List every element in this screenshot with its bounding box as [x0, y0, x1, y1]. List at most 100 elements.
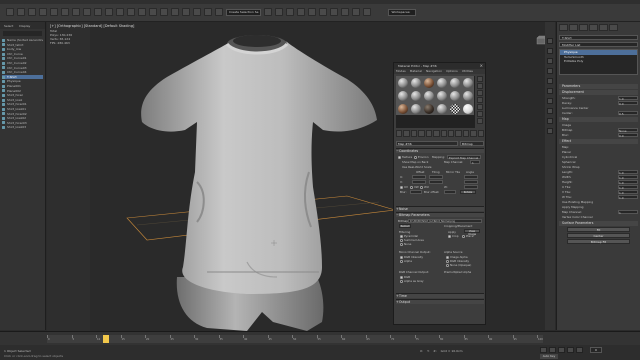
material-slot[interactable] [461, 89, 474, 102]
layer-icon[interactable] [286, 8, 295, 16]
parameter-value[interactable]: 1.0 [618, 96, 638, 101]
panel-button[interactable]: Center [567, 233, 630, 238]
panel-button[interactable]: Bitmap Fit [567, 239, 630, 244]
create-tab-icon[interactable] [559, 24, 568, 31]
parameter-value[interactable]: 1 [618, 210, 638, 215]
output-rollout[interactable]: Output [396, 299, 484, 305]
options-icon[interactable] [477, 118, 483, 124]
material-slot[interactable] [396, 102, 409, 115]
time-rollout[interactable]: Time [396, 293, 484, 299]
snap-icon[interactable] [182, 8, 190, 16]
layout-icon[interactable] [547, 98, 553, 104]
alpha-gray-radio[interactable] [400, 280, 403, 283]
u-offset-field[interactable] [412, 175, 426, 179]
put-to-scene-icon[interactable] [403, 130, 410, 137]
percent-snap-icon[interactable] [204, 8, 212, 16]
auto-key-button[interactable]: Auto Key [540, 354, 558, 359]
scale-icon[interactable] [138, 8, 146, 16]
image-alpha-radio[interactable] [446, 256, 449, 259]
parameter-value[interactable]: 0.0 [618, 133, 638, 138]
menu-options[interactable]: Options [446, 69, 458, 74]
show-map-icon[interactable] [455, 130, 462, 137]
tab-display[interactable]: Display [19, 24, 30, 28]
view-image-button[interactable]: View Image [464, 229, 480, 236]
layout-icon[interactable] [547, 78, 553, 84]
material-slot[interactable] [448, 89, 461, 102]
crop-radio[interactable] [448, 235, 451, 238]
blur-offset-field[interactable] [444, 190, 456, 194]
vw-radio[interactable] [410, 186, 413, 189]
mapping-dropdown[interactable]: Explicit Map Channel [447, 155, 481, 160]
uv-tiling-icon[interactable] [477, 97, 483, 103]
mirror-icon[interactable] [264, 8, 273, 16]
scene-list-item[interactable]: Shirt_lowz03 [2, 125, 43, 130]
scene-filter-bar[interactable] [3, 31, 42, 36]
bitmap-params-rollout[interactable]: Bitmap Parameters [396, 212, 484, 218]
reset-map-icon[interactable] [418, 130, 425, 137]
graphite-icon[interactable] [297, 8, 306, 16]
go-start-icon[interactable] [540, 347, 547, 353]
render-setup-icon[interactable] [341, 8, 350, 16]
u-angle-field[interactable] [464, 175, 478, 179]
sample-type-icon[interactable] [477, 76, 483, 82]
rgb-intensity-radio[interactable] [400, 256, 403, 259]
prev-frame-icon[interactable] [549, 347, 556, 353]
material-slot[interactable] [422, 89, 435, 102]
rollout-header[interactable]: Surface Parameters [559, 221, 638, 226]
rotate-icon[interactable] [127, 8, 135, 16]
rollout-header[interactable]: Parameters [559, 84, 638, 89]
modify-tab-icon[interactable] [569, 24, 578, 31]
modifier-list-dropdown[interactable]: Modifier List [559, 42, 638, 47]
go-end-icon[interactable] [576, 347, 583, 353]
next-frame-icon[interactable] [567, 347, 574, 353]
selection-set-field[interactable]: Create Selection Se [226, 8, 262, 16]
backlight-icon[interactable] [477, 83, 483, 89]
render-icon[interactable] [363, 8, 372, 16]
rollout-header[interactable]: Displacement [559, 90, 638, 95]
close-icon[interactable]: × [480, 63, 483, 69]
display-tab-icon[interactable] [599, 24, 608, 31]
video-check-icon[interactable] [477, 104, 483, 110]
assign-material-icon[interactable] [410, 130, 418, 137]
material-slot[interactable] [409, 76, 422, 89]
time-slider-thumb[interactable] [103, 335, 109, 343]
material-slot[interactable] [461, 76, 474, 89]
map-channel-field[interactable]: 1 [470, 160, 480, 165]
unlink-icon[interactable] [39, 8, 47, 16]
parameter-value[interactable]: 0.5 [618, 111, 638, 116]
layout-icon[interactable] [547, 118, 553, 124]
alpha-radio[interactable] [400, 260, 403, 263]
play-icon[interactable] [558, 347, 565, 353]
material-slot[interactable] [422, 76, 435, 89]
coordinates-rollout[interactable]: Coordinates [396, 148, 484, 154]
object-name-field[interactable]: T-Shirt [559, 35, 638, 40]
blur-field[interactable] [410, 190, 422, 194]
w-angle-field[interactable] [464, 185, 478, 189]
material-slot[interactable] [461, 102, 474, 115]
material-editor-icon[interactable] [330, 8, 339, 16]
none-opaque-radio[interactable] [446, 264, 449, 267]
utilities-tab-icon[interactable] [609, 24, 618, 31]
parameter-value[interactable]: 1.0 [618, 185, 638, 190]
layout-icon[interactable] [547, 108, 553, 114]
v-tiling-field[interactable] [429, 180, 443, 184]
noise-rollout[interactable]: Noise [396, 206, 484, 212]
reload-button[interactable]: Reload [399, 224, 411, 228]
pivot-icon[interactable] [171, 8, 179, 16]
bitmap-path-button[interactable]: D:\3D\3D\Tshirt_Uv\Tshirt_Normal.png [408, 219, 482, 223]
undo-icon[interactable] [6, 8, 14, 16]
material-slot[interactable] [422, 102, 435, 115]
uv-radio[interactable] [400, 186, 403, 189]
layout-icon[interactable] [547, 38, 553, 44]
environ-radio[interactable] [414, 156, 417, 159]
show-end-result-icon[interactable] [462, 130, 470, 137]
parameter-value[interactable]: 1.0 [618, 180, 638, 185]
select-filter-icon[interactable] [61, 8, 69, 16]
summed-area-radio[interactable] [400, 239, 403, 242]
panel-button[interactable]: Fit [567, 227, 630, 232]
parameter-value[interactable]: 1.0 [618, 190, 638, 195]
wu-radio[interactable] [420, 186, 423, 189]
place-radio[interactable] [462, 235, 465, 238]
v-offset-field[interactable] [412, 180, 426, 184]
material-slot[interactable] [409, 89, 422, 102]
